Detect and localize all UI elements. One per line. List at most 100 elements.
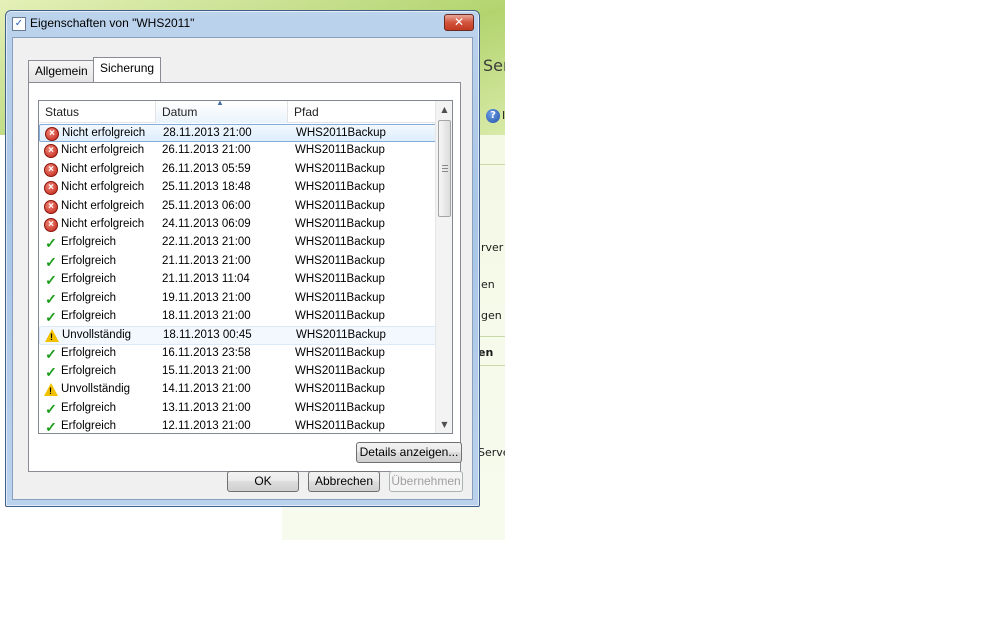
status-cell: Erfolgreich: [61, 401, 116, 414]
background-divider: [478, 164, 505, 165]
path-cell: WHS2011Backup: [295, 420, 385, 433]
date-cell: 18.11.2013 21:00: [162, 309, 251, 322]
background-text-fragment[interactable]: gen: [481, 309, 502, 322]
properties-dialog: ✓ Eigenschaften von "WHS2011" ✕ Allgemei…: [5, 10, 480, 507]
background-text-fragment[interactable]: rver: [481, 241, 503, 254]
column-header-status[interactable]: Status: [39, 101, 156, 123]
status-cell: Erfolgreich: [61, 346, 116, 359]
status-cell: Nicht erfolgreich: [61, 162, 145, 175]
table-row[interactable]: ! Unvollständig 18.11.2013 00:45 WHS2011Bac…: [39, 326, 444, 345]
column-header-datum-label: Datum: [162, 105, 198, 119]
date-cell: 22.11.2013 21:00: [162, 236, 251, 249]
close-icon: ✕: [453, 15, 465, 29]
path-cell: WHS2011Backup: [295, 365, 385, 378]
path-cell: WHS2011Backup: [295, 309, 385, 322]
table-row[interactable]: ! Unvollständig 14.11.2013 21:00 WHS2011Bac…: [39, 381, 444, 399]
column-header-datum[interactable]: ▲ Datum: [156, 101, 288, 123]
background-text-fragment[interactable]: en: [481, 278, 495, 291]
date-cell: 13.11.2013 21:00: [162, 401, 251, 414]
status-cell: Erfolgreich: [61, 365, 116, 378]
table-row[interactable]: × Nicht erfolgreich 24.11.2013 06:09 WHS201…: [39, 216, 444, 234]
status-cell: Nicht erfolgreich: [61, 144, 145, 157]
list-body: × Nicht erfolgreich 28.11.2013 21:00 WHS201…: [39, 124, 444, 434]
path-cell: WHS2011Backup: [295, 291, 385, 304]
checkmark-icon: ✓: [45, 364, 57, 381]
error-icon: ×: [44, 144, 58, 159]
error-icon: ×: [44, 199, 58, 214]
close-button[interactable]: ✕: [444, 14, 474, 31]
dialog-client-area: Allgemein Sicherung Status ▲ Datum Pfad …: [12, 37, 473, 500]
table-row[interactable]: × Nicht erfolgreich 28.11.2013 21:00 WHS201…: [39, 124, 444, 143]
path-cell: WHS2011Backup: [295, 162, 385, 175]
ok-button[interactable]: OK: [227, 471, 299, 492]
background-text-fragment: I: [502, 109, 505, 122]
checkmark-icon: ✓: [45, 253, 57, 270]
grip-icon: [442, 165, 448, 172]
backup-list[interactable]: Status ▲ Datum Pfad × Nicht erfolgreich 28…: [38, 100, 453, 434]
table-row[interactable]: ✓ Erfolgreich 16.11.2013 23:58 WHS2011Backu…: [39, 345, 444, 363]
date-cell: 16.11.2013 23:58: [162, 346, 251, 359]
table-row[interactable]: ✓ Erfolgreich 21.11.2013 21:00 WHS2011Backu…: [39, 253, 444, 271]
path-cell: WHS2011Backup: [296, 329, 386, 342]
table-row[interactable]: × Nicht erfolgreich 26.11.2013 21:00 WHS201…: [39, 142, 444, 160]
table-row[interactable]: × Nicht erfolgreich 26.11.2013 05:59 WHS201…: [39, 161, 444, 179]
table-row[interactable]: ✓ Erfolgreich 15.11.2013 21:00 WHS2011Backu…: [39, 363, 444, 381]
error-icon: ×: [44, 217, 58, 232]
scroll-down-icon[interactable]: ▼: [436, 416, 452, 433]
path-cell: WHS2011Backup: [295, 346, 385, 359]
table-row[interactable]: × Nicht erfolgreich 25.11.2013 06:00 WHS201…: [39, 198, 444, 216]
tab-sicherung[interactable]: Sicherung: [93, 57, 162, 82]
cancel-button[interactable]: Abbrechen: [308, 471, 380, 492]
help-icon[interactable]: ?: [486, 109, 500, 123]
column-header-pfad[interactable]: Pfad: [288, 101, 442, 123]
warning-icon: !: [45, 329, 59, 343]
date-cell: 25.11.2013 18:48: [162, 181, 251, 194]
path-cell: WHS2011Backup: [295, 254, 385, 267]
checkmark-icon: ✓: [45, 308, 57, 325]
details-button[interactable]: Details anzeigen...: [356, 442, 462, 463]
table-row[interactable]: ✓ Erfolgreich 22.11.2013 21:00 WHS2011Backu…: [39, 234, 444, 252]
dialog-titlebar[interactable]: ✓ Eigenschaften von "WHS2011" ✕: [6, 11, 479, 37]
path-cell: WHS2011Backup: [295, 181, 385, 194]
vertical-scrollbar[interactable]: ▲ ▼: [435, 101, 452, 433]
date-cell: 26.11.2013 21:00: [162, 144, 251, 157]
path-cell: WHS2011Backup: [295, 199, 385, 212]
date-cell: 21.11.2013 21:00: [162, 254, 251, 267]
status-cell: Nicht erfolgreich: [61, 199, 145, 212]
table-row[interactable]: ✓ Erfolgreich 19.11.2013 21:00 WHS2011Backu…: [39, 290, 444, 308]
checkmark-icon: ✓: [45, 235, 57, 252]
background-divider: [478, 336, 505, 337]
checkmark-icon: ✓: [45, 345, 57, 362]
error-icon: ×: [44, 181, 58, 196]
date-cell: 21.11.2013 11:04: [162, 273, 250, 286]
status-cell: Nicht erfolgreich: [61, 181, 145, 194]
table-row[interactable]: ✓ Erfolgreich 21.11.2013 11:04 WHS2011Backu…: [39, 271, 444, 289]
path-cell: WHS2011Backup: [295, 236, 385, 249]
date-cell: 26.11.2013 05:59: [162, 162, 251, 175]
warning-icon: !: [44, 383, 58, 397]
table-row[interactable]: ✓ Erfolgreich 13.11.2013 21:00 WHS2011Backu…: [39, 400, 444, 418]
date-cell: 14.11.2013 21:00: [162, 383, 251, 396]
scroll-thumb[interactable]: [438, 120, 451, 217]
background-text-fragment[interactable]: Server: [478, 446, 505, 459]
status-cell: Nicht erfolgreich: [61, 217, 145, 230]
date-cell: 25.11.2013 06:00: [162, 199, 251, 212]
path-cell: WHS2011Backup: [295, 383, 385, 396]
date-cell: 28.11.2013 21:00: [163, 127, 252, 139]
table-row[interactable]: ✓ Erfolgreich 12.11.2013 21:00 WHS2011Backu…: [39, 418, 444, 434]
status-cell: Erfolgreich: [61, 420, 116, 433]
date-cell: 19.11.2013 21:00: [162, 291, 251, 304]
sort-ascending-icon: ▲: [216, 100, 224, 107]
background-title-fragment: Serv: [483, 56, 505, 75]
table-row[interactable]: × Nicht erfolgreich 25.11.2013 18:48 WHS201…: [39, 179, 444, 197]
status-cell: Unvollständig: [62, 329, 132, 342]
background-heading-fragment: en: [478, 346, 494, 359]
date-cell: 24.11.2013 06:09: [162, 217, 251, 230]
tab-allgemein[interactable]: Allgemein: [28, 60, 95, 82]
path-cell: WHS2011Backup: [295, 273, 385, 286]
table-row[interactable]: ✓ Erfolgreich 18.11.2013 21:00 WHS2011Backu…: [39, 308, 444, 326]
scroll-up-icon[interactable]: ▲: [436, 101, 452, 118]
checkmark-icon: ✓: [45, 290, 57, 307]
date-cell: 12.11.2013 21:00: [162, 420, 251, 433]
checkmark-icon: ✓: [45, 419, 57, 434]
